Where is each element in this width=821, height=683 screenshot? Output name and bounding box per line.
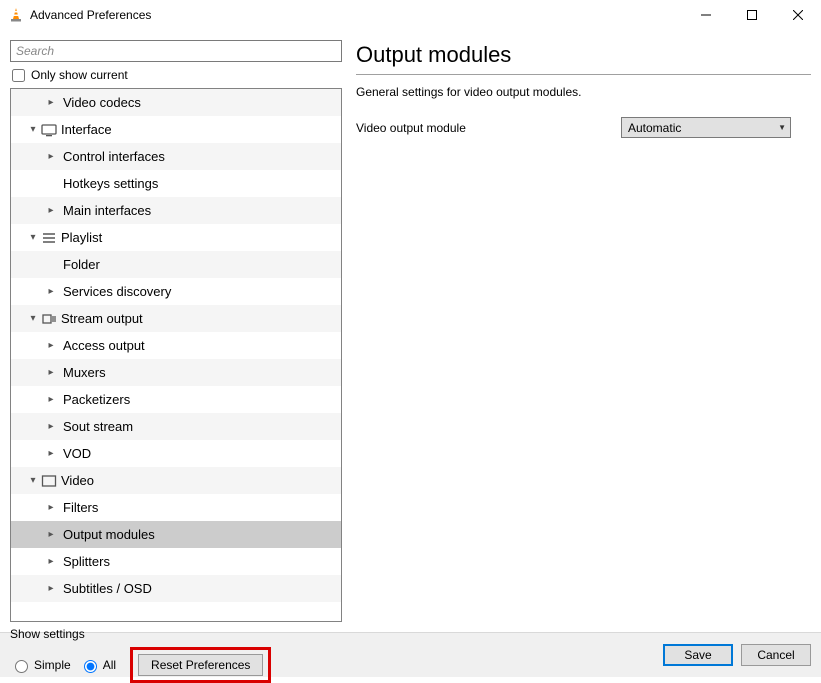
tree-item-label: Subtitles / OSD — [59, 581, 152, 596]
chevron-right-icon[interactable]: ▸ — [43, 421, 59, 432]
chevron-right-icon[interactable]: ▸ — [43, 556, 59, 567]
show-settings-all-radio[interactable]: All — [79, 657, 116, 673]
tree-item-label: Playlist — [57, 230, 102, 245]
tree-item-label: VOD — [59, 446, 91, 461]
tree-item-main-interfaces[interactable]: ▸Main interfaces — [11, 197, 341, 224]
tree-item-sout-stream[interactable]: ▸Sout stream — [11, 413, 341, 440]
chevron-down-icon[interactable]: ▾ — [25, 313, 41, 324]
panel-description: General settings for video output module… — [356, 85, 811, 99]
tree-item-hotkeys-settings[interactable]: ▸Hotkeys settings — [11, 170, 341, 197]
dialog-footer: Show settings Simple All Reset Preferenc… — [0, 632, 821, 677]
show-settings-simple-radio[interactable]: Simple — [10, 657, 71, 673]
tree-item-subtitles-osd[interactable]: ▸Subtitles / OSD — [11, 575, 341, 602]
panel-divider — [356, 74, 811, 75]
tree-item-control-interfaces[interactable]: ▸Control interfaces — [11, 143, 341, 170]
settings-panel: Output modules General settings for vide… — [356, 40, 811, 622]
tree-item-vod[interactable]: ▸VOD — [11, 440, 341, 467]
tree-item-video-codecs[interactable]: ▸Video codecs — [11, 89, 341, 116]
minimize-button[interactable] — [683, 0, 729, 30]
stream-icon — [41, 311, 57, 327]
tree-item-label: Muxers — [59, 365, 106, 380]
tree-item-access-output[interactable]: ▸Access output — [11, 332, 341, 359]
chevron-down-icon: ▼ — [778, 123, 786, 132]
reset-preferences-highlight: Reset Preferences — [130, 647, 271, 683]
tree-item-interface[interactable]: ▾ Interface — [11, 116, 341, 143]
tree-item-label: Splitters — [59, 554, 110, 569]
tree-item-label: Folder — [59, 257, 100, 272]
tree-item-label: Hotkeys settings — [59, 176, 158, 191]
tree-item-video[interactable]: ▾ Video — [11, 467, 341, 494]
tree-item-folder[interactable]: ▸Folder — [11, 251, 341, 278]
settings-tree[interactable]: ▸Video codecs▾Interface▸Control interfac… — [11, 89, 341, 621]
search-input[interactable] — [10, 40, 342, 62]
chevron-right-icon[interactable]: ▸ — [43, 151, 59, 162]
close-button[interactable] — [775, 0, 821, 30]
tree-item-label: Services discovery — [59, 284, 171, 299]
playlist-icon — [41, 230, 57, 246]
video-output-module-value: Automatic — [628, 121, 681, 135]
tree-item-label: Main interfaces — [59, 203, 151, 218]
chevron-right-icon[interactable]: ▸ — [43, 394, 59, 405]
chevron-right-icon[interactable]: ▸ — [43, 340, 59, 351]
video-output-module-label: Video output module — [356, 121, 621, 135]
tree-item-splitters[interactable]: ▸Splitters — [11, 548, 341, 575]
reset-preferences-button[interactable]: Reset Preferences — [138, 654, 263, 676]
interface-icon — [41, 122, 57, 138]
chevron-right-icon[interactable]: ▸ — [43, 286, 59, 297]
cancel-button[interactable]: Cancel — [741, 644, 811, 666]
chevron-right-icon[interactable]: ▸ — [43, 448, 59, 459]
chevron-right-icon[interactable]: ▸ — [43, 529, 59, 540]
tree-item-packetizers[interactable]: ▸Packetizers — [11, 386, 341, 413]
chevron-down-icon[interactable]: ▾ — [25, 124, 41, 135]
panel-title: Output modules — [356, 42, 811, 74]
tree-item-stream-output[interactable]: ▾ Stream output — [11, 305, 341, 332]
tree-item-label: Output modules — [59, 527, 155, 542]
tree-item-services-discovery[interactable]: ▸Services discovery — [11, 278, 341, 305]
show-settings-label: Show settings — [10, 627, 271, 641]
vlc-cone-icon — [8, 7, 24, 23]
settings-tree-panel: Only show current ▸Video codecs▾Interfac… — [10, 40, 342, 622]
tree-item-filters[interactable]: ▸Filters — [11, 494, 341, 521]
tree-item-label: Sout stream — [59, 419, 133, 434]
tree-item-label: Access output — [59, 338, 145, 353]
titlebar: Advanced Preferences — [0, 0, 821, 30]
video-output-module-select[interactable]: Automatic ▼ — [621, 117, 791, 138]
tree-item-output-modules[interactable]: ▸Output modules — [11, 521, 341, 548]
tree-item-label: Filters — [59, 500, 98, 515]
only-show-current-checkbox[interactable]: Only show current — [10, 68, 342, 82]
save-button[interactable]: Save — [663, 644, 733, 666]
tree-item-label: Stream output — [57, 311, 143, 326]
chevron-right-icon[interactable]: ▸ — [43, 583, 59, 594]
chevron-right-icon[interactable]: ▸ — [43, 367, 59, 378]
tree-item-label: Video — [57, 473, 94, 488]
tree-item-muxers[interactable]: ▸Muxers — [11, 359, 341, 386]
chevron-right-icon[interactable]: ▸ — [43, 205, 59, 216]
only-show-current-label: Only show current — [31, 68, 128, 82]
tree-item-label: Video codecs — [59, 95, 141, 110]
tree-item-label: Interface — [57, 122, 112, 137]
tree-item-label: Control interfaces — [59, 149, 165, 164]
chevron-right-icon[interactable]: ▸ — [43, 97, 59, 108]
tree-item-label: Packetizers — [59, 392, 130, 407]
chevron-down-icon[interactable]: ▾ — [25, 475, 41, 486]
window-title: Advanced Preferences — [30, 8, 683, 22]
window-controls — [683, 0, 821, 30]
tree-item-playlist[interactable]: ▾ Playlist — [11, 224, 341, 251]
only-show-current-input[interactable] — [12, 69, 25, 82]
maximize-button[interactable] — [729, 0, 775, 30]
chevron-right-icon[interactable]: ▸ — [43, 502, 59, 513]
video-icon — [41, 473, 57, 489]
chevron-down-icon[interactable]: ▾ — [25, 232, 41, 243]
